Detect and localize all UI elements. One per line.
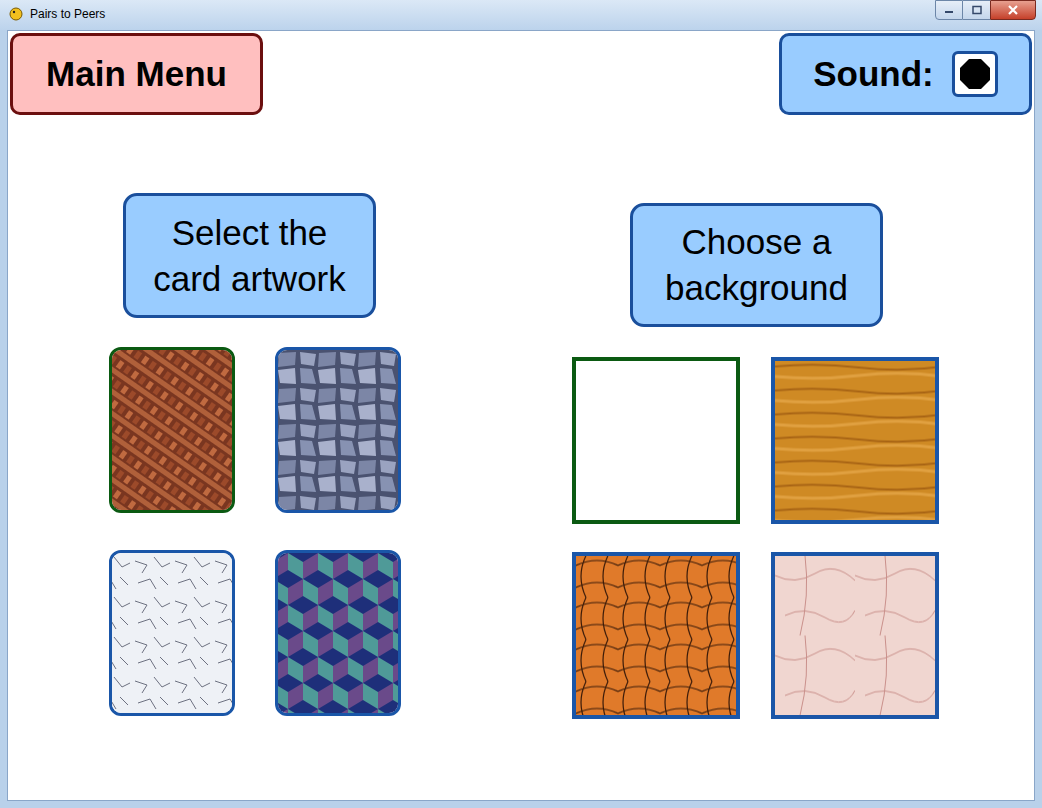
top-bar: Main Menu Sound: [8,31,1034,115]
app-icon [8,6,24,22]
marble-texture-icon [775,556,935,715]
weave-texture-icon [112,350,232,510]
stone-texture-icon [278,350,398,510]
card-option[interactable] [109,550,235,716]
card-option[interactable] [275,550,401,716]
close-button[interactable] [990,0,1036,20]
sound-checkbox[interactable] [952,51,998,97]
background-option[interactable] [572,357,740,524]
background-heading: Choose a background [630,203,883,327]
background-grid [572,357,939,719]
cubes-texture-icon [278,553,398,713]
background-option[interactable] [771,552,939,719]
minimize-button[interactable] [935,0,963,20]
ice-texture-icon [112,553,232,713]
card-artwork-section: Select the card artwork [109,193,401,719]
minimize-icon [944,5,954,15]
card-option[interactable] [275,347,401,513]
maximize-icon [972,5,982,15]
background-option[interactable] [771,357,939,524]
background-section: Choose a background [572,193,939,719]
sound-on-icon [959,58,991,90]
card-option[interactable] [109,347,235,513]
app-window: Pairs to PeersMain MenuSound:Select the … [0,0,1042,808]
wood-texture-icon [775,361,935,520]
basket-texture-icon [576,556,736,715]
close-icon [1007,4,1019,16]
maximize-button[interactable] [963,0,990,20]
plain-texture-icon [576,361,736,520]
title-bar: Pairs to Peers [0,0,1042,30]
card-grid [109,347,401,716]
game-screen: Main Menu Sound: Select the card artwork Ch… [7,30,1035,801]
options-area: Select the card artwork Choose a backgrou… [8,115,1034,719]
main-menu-button[interactable]: Main Menu [10,33,263,115]
background-option[interactable] [572,552,740,719]
sound-toggle[interactable]: Sound: [779,33,1032,115]
card-artwork-heading: Select the card artwork [123,193,376,318]
window-title: Pairs to Peers [30,6,105,22]
